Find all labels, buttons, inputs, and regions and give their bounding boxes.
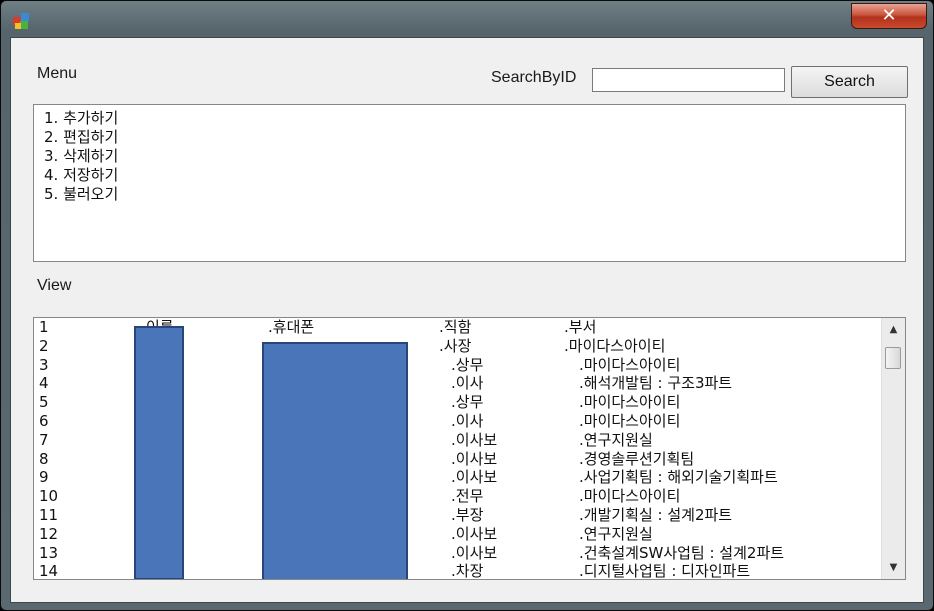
cell-position: .이사보 — [451, 543, 498, 562]
menu-item: 4. 저장하기 — [44, 166, 119, 184]
cell-dept: .마이다스아이티 — [579, 393, 681, 412]
cell-dept: .마이다스아이티 — [564, 336, 666, 355]
cell-position: .이사보 — [451, 449, 498, 468]
cell-dept: .건축설계SW사업팀 : 설계2파트 — [579, 543, 785, 562]
scroll-down-icon[interactable]: ▼ — [882, 559, 905, 576]
view-label: View — [37, 277, 72, 294]
cell-no: 12 — [39, 524, 59, 543]
scroll-up-icon[interactable]: ▲ — [882, 321, 905, 338]
search-input[interactable] — [592, 68, 785, 92]
cell-position: .직함 — [439, 318, 472, 336]
cell-position: .상무 — [451, 393, 484, 412]
menu-list: 1. 추가하기 2. 편집하기 3. 삭제하기 4. 저장하기 5. 불러오기 — [44, 109, 895, 204]
cell-no: 13 — [39, 543, 59, 562]
cell-position: .사장 — [439, 336, 472, 355]
app-window: ✕ Menu SearchByID Search 1. 추가하기 2. 편집하기 3… — [0, 0, 934, 611]
view-listbox[interactable]: 1이름.휴대폰.직함.부서2우.사장.마이다스아이티3석.상무.마이다스아이티4… — [33, 317, 906, 580]
cell-no: 5 — [39, 393, 49, 412]
cell-no: 6 — [39, 412, 49, 430]
cell-position: .이사보 — [451, 468, 498, 487]
menu-textbox[interactable]: 1. 추가하기 2. 편집하기 3. 삭제하기 4. 저장하기 5. 불러오기 — [33, 104, 906, 262]
cell-position: .상무 — [451, 355, 484, 374]
cell-dept: .마이다스아이티 — [579, 412, 681, 430]
cell-no: 11 — [39, 506, 59, 524]
close-icon: ✕ — [881, 5, 897, 26]
cell-no: 9 — [39, 468, 49, 487]
cell-phone: .휴대폰 — [268, 318, 315, 336]
cell-no: 1 — [39, 318, 49, 336]
cell-position: .부장 — [451, 506, 484, 524]
cell-dept: .마이다스아이티 — [579, 487, 681, 506]
menu-label: Menu — [37, 65, 78, 82]
cell-dept: .해석개발팀 : 구조3파트 — [579, 374, 733, 393]
scrollbar-thumb[interactable] — [885, 347, 901, 369]
cell-position: .이사 — [451, 374, 484, 393]
cell-position: .전무 — [451, 487, 484, 506]
cell-dept: .사업기획팀 : 해외기술기획파트 — [579, 468, 778, 487]
vertical-scrollbar[interactable]: ▲ ▼ — [881, 318, 905, 579]
cell-position: .이사보 — [451, 430, 498, 449]
cell-position: .이사 — [451, 412, 484, 430]
cell-dept: .마이다스아이티 — [579, 355, 681, 374]
menu-item: 1. 추가하기 — [44, 109, 119, 127]
cell-no: 2 — [39, 336, 49, 355]
menu-item: 3. 삭제하기 — [44, 147, 119, 165]
cell-no: 3 — [39, 355, 49, 374]
cell-no: 7 — [39, 430, 49, 449]
cell-no: 10 — [39, 487, 59, 506]
menu-item: 2. 편집하기 — [44, 128, 119, 146]
cell-no: 8 — [39, 449, 49, 468]
cell-dept: .개발기획실 : 설계2파트 — [579, 506, 733, 524]
cell-no: 14 — [39, 562, 59, 580]
cell-dept: .경영솔루션기획팀 — [579, 449, 695, 468]
close-button[interactable]: ✕ — [851, 3, 927, 29]
cell-dept: .연구지원실 — [579, 430, 653, 449]
redaction-phone-column — [262, 342, 408, 579]
cell-position: .차장 — [451, 562, 484, 580]
cell-no: 4 — [39, 374, 49, 393]
cell-position: .이사보 — [451, 524, 498, 543]
cell-dept: .부서 — [564, 318, 597, 336]
search-label: SearchByID — [491, 69, 577, 86]
menu-item: 5. 불러오기 — [44, 185, 119, 203]
client-area: Menu SearchByID Search 1. 추가하기 2. 편집하기 3. … — [10, 37, 924, 603]
search-button[interactable]: Search — [791, 66, 908, 98]
cell-dept: .연구지원실 — [579, 524, 653, 543]
cell-dept: .디지털사업팀 : 디자인파트 — [579, 562, 751, 580]
redaction-name-column — [134, 326, 184, 579]
app-icon — [13, 13, 29, 29]
